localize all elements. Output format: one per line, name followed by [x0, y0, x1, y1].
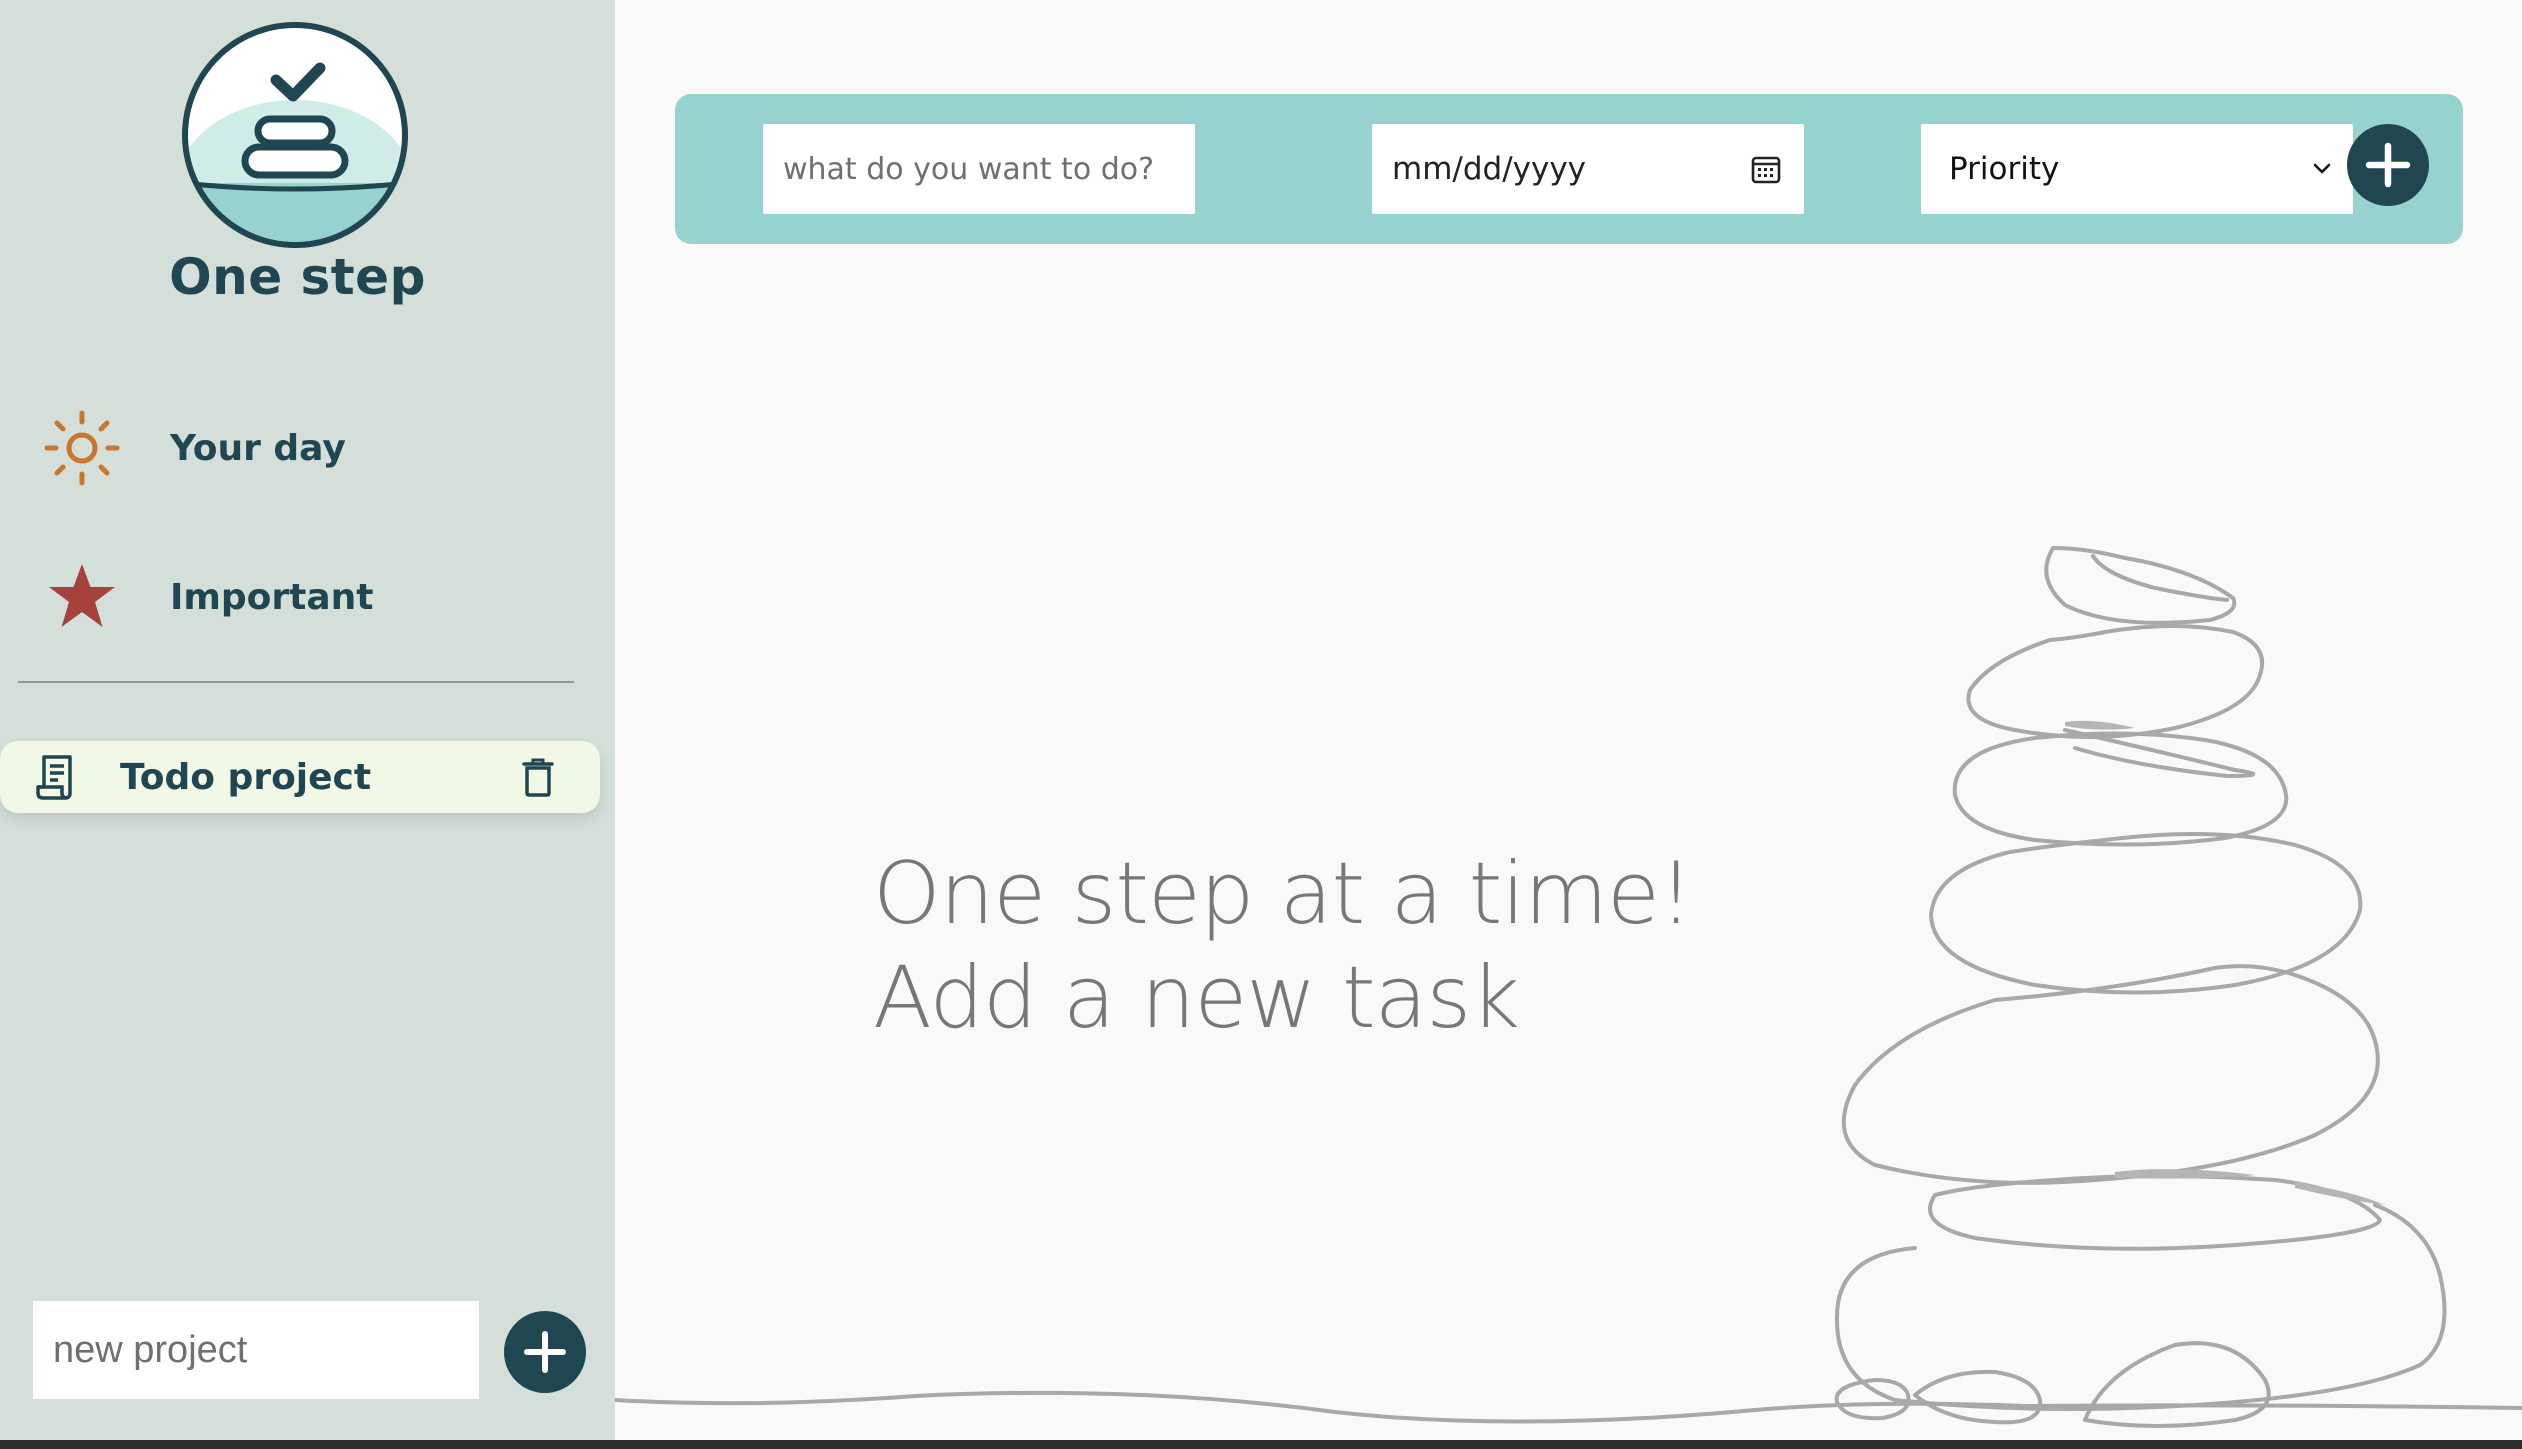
calendar-icon[interactable] — [1748, 151, 1784, 187]
task-input[interactable] — [763, 124, 1195, 214]
nav-label-important: Important — [170, 576, 374, 618]
sidebar-divider — [18, 681, 574, 683]
add-task-button[interactable] — [2347, 124, 2429, 206]
priority-selected: Priority — [1949, 151, 2060, 187]
nav-item-your-day[interactable]: Your day — [30, 398, 590, 498]
brand-name: One step — [169, 248, 426, 306]
main-panel: mm/dd/yyyy Priority — [615, 0, 2522, 1440]
date-input[interactable]: mm/dd/yyyy — [1372, 124, 1804, 214]
app-window: One step Your day Important Todo project… — [0, 0, 2522, 1440]
new-project-input[interactable] — [33, 1301, 479, 1399]
bottom-edge — [0, 1440, 2522, 1449]
date-placeholder: mm/dd/yyyy — [1392, 151, 1587, 187]
nav-label-your-day: Your day — [170, 427, 346, 469]
stacked-stones-illustration — [615, 546, 2522, 1428]
star-icon — [30, 547, 134, 647]
logo-icon — [182, 22, 408, 248]
nav-item-important[interactable]: Important — [30, 547, 590, 647]
priority-select[interactable]: Priority — [1921, 124, 2353, 214]
trash-icon[interactable] — [514, 749, 562, 805]
sidebar: One step Your day Important Todo project… — [0, 0, 615, 1440]
plus-icon — [2365, 142, 2411, 188]
project-item-todo-project[interactable]: Todo project — [0, 741, 600, 813]
task-entry-bar: mm/dd/yyyy Priority — [675, 94, 2463, 244]
chevron-down-icon — [2313, 163, 2331, 174]
sun-icon — [30, 398, 134, 498]
add-project-button[interactable] — [504, 1311, 586, 1393]
plus-icon — [524, 1331, 566, 1373]
notepad-icon — [28, 749, 84, 805]
project-label: Todo project — [120, 756, 372, 798]
